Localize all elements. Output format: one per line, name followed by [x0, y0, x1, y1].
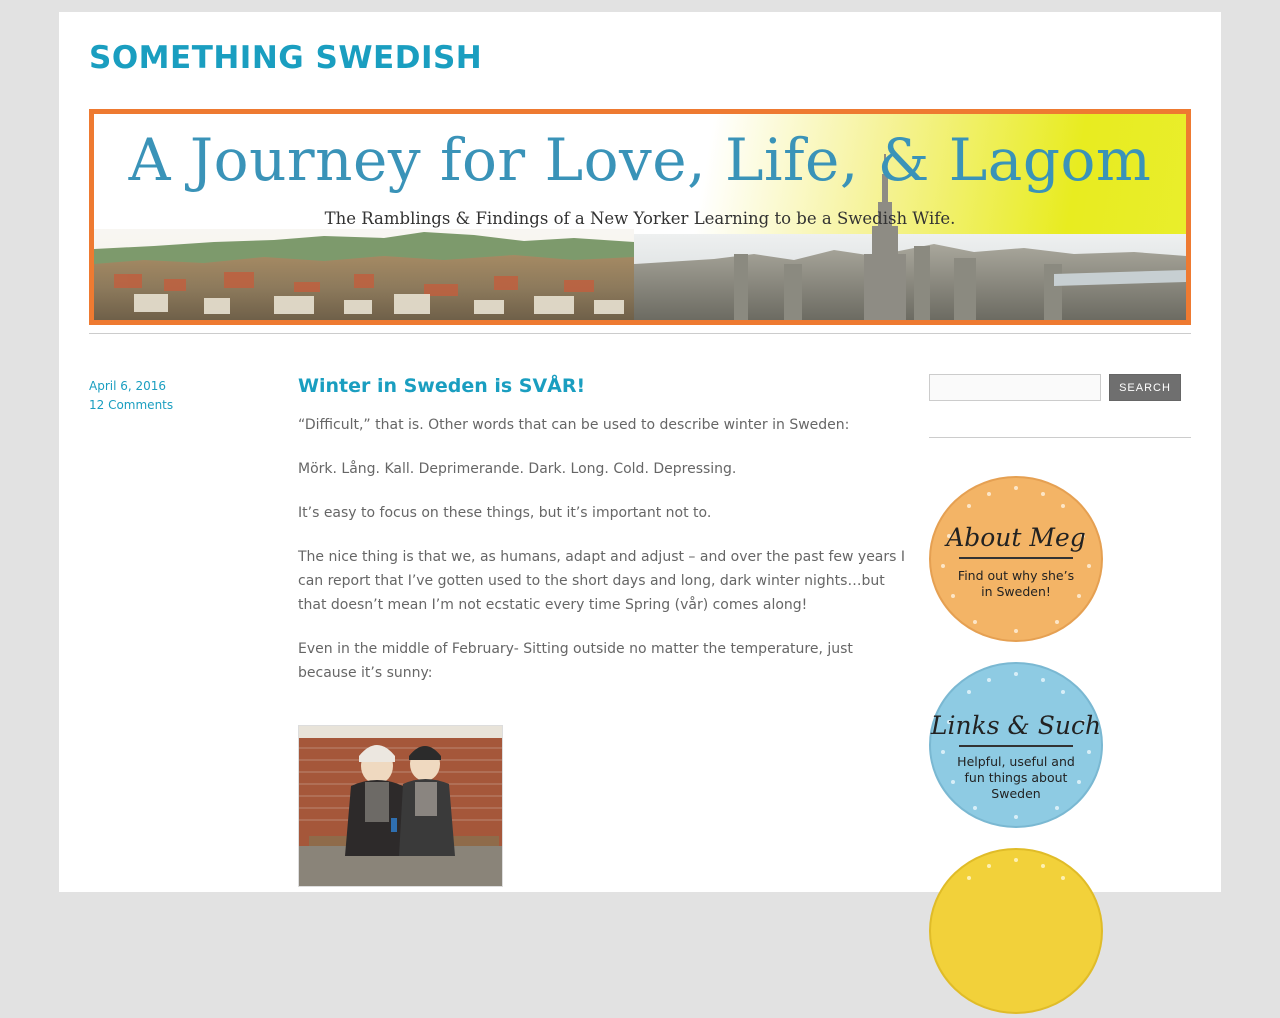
yellow-badge[interactable]: [929, 848, 1103, 1018]
badge-line: in Sweden!: [981, 584, 1051, 599]
links-badge-graphic: Links & Such Helpful, useful and fun thi…: [929, 662, 1103, 828]
post-paragraph: “Difficult,” that is. Other words that c…: [298, 417, 850, 433]
search-input[interactable]: [929, 374, 1101, 401]
comments-link[interactable]: 12 Comments: [89, 396, 173, 415]
post-date-link[interactable]: April 6, 2016: [89, 377, 173, 396]
badge-title: Links & Such: [930, 711, 1101, 740]
post-title[interactable]: Winter in Sweden is SVÅR!: [298, 375, 585, 397]
page-container: SOMETHING SWEDISH A Journey for Love, Li…: [59, 12, 1221, 1014]
post-paragraph: It’s easy to focus on these things, but …: [298, 505, 712, 521]
entry-meta: April 6, 2016 12 Comments: [89, 377, 173, 415]
banner-tagline: The Ramblings & Findings of a New Yorker…: [324, 209, 956, 228]
badge-title: About Meg: [944, 523, 1086, 552]
links-and-such-badge[interactable]: Links & Such Helpful, useful and fun thi…: [929, 662, 1103, 832]
banner-headline: A Journey for Love, Life, & Lagom: [128, 126, 1152, 194]
badge-line: Helpful, useful and: [957, 754, 1075, 769]
site-title[interactable]: SOMETHING SWEDISH: [89, 40, 482, 76]
badge-line: Sweden: [991, 786, 1040, 801]
photo-two-women-sitting: [299, 726, 502, 886]
post-content: “Difficult,” that is. Other words that c…: [298, 413, 913, 705]
about-meg-badge-graphic: About Meg Find out why she’s in Sweden!: [929, 476, 1103, 642]
sidebar-divider: [929, 437, 1191, 438]
post-paragraph: Even in the middle of February- Sitting …: [298, 641, 853, 681]
badge-line: fun things about: [965, 770, 1068, 785]
post-photo[interactable]: [298, 725, 503, 887]
about-meg-badge[interactable]: About Meg Find out why she’s in Sweden!: [929, 476, 1103, 646]
header-divider: [89, 333, 1191, 334]
header-banner[interactable]: A Journey for Love, Life, & Lagom The Ra…: [89, 109, 1191, 325]
post-paragraph: Mörk. Lång. Kall. Deprimerande. Dark. Lo…: [298, 461, 737, 477]
yellow-badge-graphic: [929, 848, 1103, 1014]
search-button[interactable]: SEARCH: [1109, 374, 1181, 401]
post-paragraph: The nice thing is that we, as humans, ad…: [298, 549, 906, 613]
badge-line: Find out why she’s: [958, 568, 1074, 583]
